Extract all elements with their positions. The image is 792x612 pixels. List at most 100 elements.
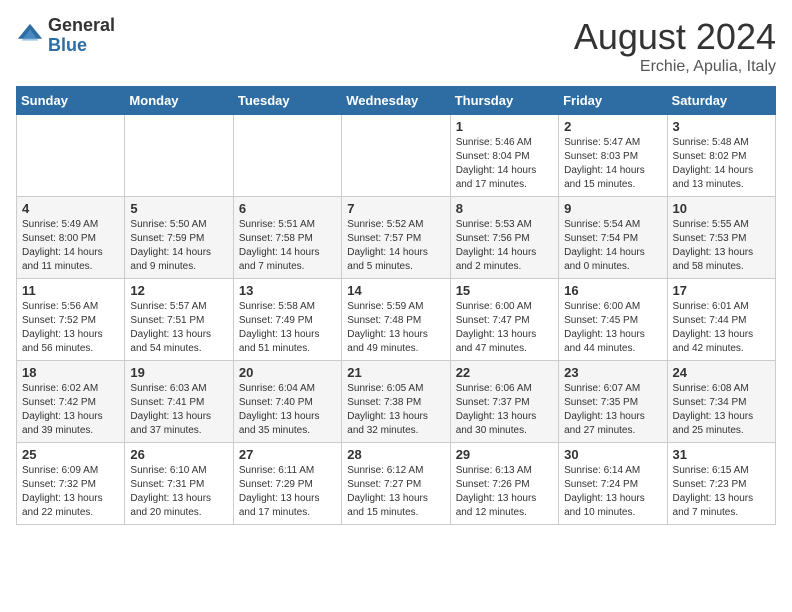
page-header: General Blue August 2024 Erchie, Apulia,… — [16, 16, 776, 76]
month-year-title: August 2024 — [574, 16, 776, 58]
day-number: 6 — [239, 201, 336, 216]
day-info: Sunrise: 6:05 AM Sunset: 7:38 PM Dayligh… — [347, 382, 444, 438]
logo-icon — [16, 22, 44, 50]
calendar-cell: 12Sunrise: 5:57 AM Sunset: 7:51 PM Dayli… — [125, 279, 233, 361]
day-number: 8 — [456, 201, 553, 216]
day-info: Sunrise: 5:57 AM Sunset: 7:51 PM Dayligh… — [130, 300, 227, 356]
calendar-cell: 25 Sunrise: 6:09 AM Sunset: 7:32 PM Dayli… — [17, 443, 125, 525]
day-info: Sunrise: 6:13 AM Sunset: 7:26 PM Dayligh… — [456, 464, 553, 520]
logo-text: General Blue — [48, 16, 115, 56]
day-number: 18 — [22, 365, 119, 380]
day-info: Sunrise: 6:06 AM Sunset: 7:37 PM Dayligh… — [456, 382, 553, 438]
calendar-cell: 28 Sunrise: 6:12 AM Sunset: 7:27 PM Dayli… — [342, 443, 450, 525]
day-number: 19 — [130, 365, 227, 380]
day-number: 10 — [673, 201, 770, 216]
day-number: 20 — [239, 365, 336, 380]
calendar-cell: 20 Sunrise: 6:04 AM Sunset: 7:40 PM Dayli… — [233, 361, 341, 443]
calendar-cell: 2 Sunrise: 5:47 AM Sunset: 8:03 PM Daylig… — [559, 115, 667, 197]
weekday-header-tuesday: Tuesday — [233, 87, 341, 115]
day-number: 2 — [564, 119, 661, 134]
calendar-cell: 23 Sunrise: 6:07 AM Sunset: 7:35 PM Dayli… — [559, 361, 667, 443]
calendar-cell: 9 Sunrise: 5:54 AM Sunset: 7:54 PM Daylig… — [559, 197, 667, 279]
day-info: Sunrise: 6:07 AM Sunset: 7:35 PM Dayligh… — [564, 382, 661, 438]
day-info: Sunrise: 6:10 AM Sunset: 7:31 PM Dayligh… — [130, 464, 227, 520]
calendar-week-1: 1 Sunrise: 5:46 AM Sunset: 8:04 PM Daylig… — [17, 115, 776, 197]
weekday-header-monday: Monday — [125, 87, 233, 115]
calendar-cell: 6 Sunrise: 5:51 AM Sunset: 7:58 PM Daylig… — [233, 197, 341, 279]
calendar-cell: 17 Sunrise: 6:01 AM Sunset: 7:44 PM Dayli… — [667, 279, 775, 361]
day-number: 3 — [673, 119, 770, 134]
day-number: 14 — [347, 283, 444, 298]
day-info: Sunrise: 5:55 AM Sunset: 7:53 PM Dayligh… — [673, 218, 770, 274]
calendar-cell: 21 Sunrise: 6:05 AM Sunset: 7:38 PM Dayli… — [342, 361, 450, 443]
day-number: 24 — [673, 365, 770, 380]
calendar-cell: 4 Sunrise: 5:49 AM Sunset: 8:00 PM Daylig… — [17, 197, 125, 279]
calendar-table: SundayMondayTuesdayWednesdayThursdayFrid… — [16, 86, 776, 525]
day-info: Sunrise: 5:50 AM Sunset: 7:59 PM Dayligh… — [130, 218, 227, 274]
day-number: 17 — [673, 283, 770, 298]
day-info: Sunrise: 5:54 AM Sunset: 7:54 PM Dayligh… — [564, 218, 661, 274]
calendar-cell: 15Sunrise: 6:00 AM Sunset: 7:47 PM Dayli… — [450, 279, 558, 361]
calendar-cell: 13Sunrise: 5:58 AM Sunset: 7:49 PM Dayli… — [233, 279, 341, 361]
day-info: Sunrise: 6:03 AM Sunset: 7:41 PM Dayligh… — [130, 382, 227, 438]
day-info: Sunrise: 5:46 AM Sunset: 8:04 PM Dayligh… — [456, 136, 553, 192]
day-number: 27 — [239, 447, 336, 462]
day-number: 9 — [564, 201, 661, 216]
day-info: Sunrise: 6:14 AM Sunset: 7:24 PM Dayligh… — [564, 464, 661, 520]
calendar-cell — [342, 115, 450, 197]
day-number: 22 — [456, 365, 553, 380]
calendar-cell: 5 Sunrise: 5:50 AM Sunset: 7:59 PM Daylig… — [125, 197, 233, 279]
day-number: 21 — [347, 365, 444, 380]
day-info: Sunrise: 5:49 AM Sunset: 8:00 PM Dayligh… — [22, 218, 119, 274]
day-number: 1 — [456, 119, 553, 134]
calendar-cell: 18 Sunrise: 6:02 AM Sunset: 7:42 PM Dayli… — [17, 361, 125, 443]
calendar-cell: 27Sunrise: 6:11 AM Sunset: 7:29 PM Dayli… — [233, 443, 341, 525]
day-number: 25 — [22, 447, 119, 462]
calendar-cell: 14Sunrise: 5:59 AM Sunset: 7:48 PM Dayli… — [342, 279, 450, 361]
calendar-week-4: 18 Sunrise: 6:02 AM Sunset: 7:42 PM Dayli… — [17, 361, 776, 443]
calendar-cell: 8 Sunrise: 5:53 AM Sunset: 7:56 PM Daylig… — [450, 197, 558, 279]
day-info: Sunrise: 6:02 AM Sunset: 7:42 PM Dayligh… — [22, 382, 119, 438]
weekday-header-friday: Friday — [559, 87, 667, 115]
calendar-cell — [17, 115, 125, 197]
day-info: Sunrise: 5:52 AM Sunset: 7:57 PM Dayligh… — [347, 218, 444, 274]
day-number: 4 — [22, 201, 119, 216]
day-info: Sunrise: 6:08 AM Sunset: 7:34 PM Dayligh… — [673, 382, 770, 438]
weekday-header-row: SundayMondayTuesdayWednesdayThursdayFrid… — [17, 87, 776, 115]
calendar-cell: 22 Sunrise: 6:06 AM Sunset: 7:37 PM Dayli… — [450, 361, 558, 443]
calendar-cell: 1 Sunrise: 5:46 AM Sunset: 8:04 PM Daylig… — [450, 115, 558, 197]
day-number: 16 — [564, 283, 661, 298]
day-info: Sunrise: 5:53 AM Sunset: 7:56 PM Dayligh… — [456, 218, 553, 274]
calendar-cell — [233, 115, 341, 197]
day-info: Sunrise: 6:04 AM Sunset: 7:40 PM Dayligh… — [239, 382, 336, 438]
day-info: Sunrise: 5:47 AM Sunset: 8:03 PM Dayligh… — [564, 136, 661, 192]
day-info: Sunrise: 6:12 AM Sunset: 7:27 PM Dayligh… — [347, 464, 444, 520]
day-info: Sunrise: 6:09 AM Sunset: 7:32 PM Dayligh… — [22, 464, 119, 520]
day-info: Sunrise: 5:48 AM Sunset: 8:02 PM Dayligh… — [673, 136, 770, 192]
day-info: Sunrise: 6:01 AM Sunset: 7:44 PM Dayligh… — [673, 300, 770, 356]
location-subtitle: Erchie, Apulia, Italy — [574, 58, 776, 76]
day-number: 15 — [456, 283, 553, 298]
weekday-header-saturday: Saturday — [667, 87, 775, 115]
title-block: August 2024 Erchie, Apulia, Italy — [574, 16, 776, 76]
weekday-header-sunday: Sunday — [17, 87, 125, 115]
day-number: 23 — [564, 365, 661, 380]
calendar-week-2: 4 Sunrise: 5:49 AM Sunset: 8:00 PM Daylig… — [17, 197, 776, 279]
calendar-cell: 3 Sunrise: 5:48 AM Sunset: 8:02 PM Daylig… — [667, 115, 775, 197]
calendar-cell: 19 Sunrise: 6:03 AM Sunset: 7:41 PM Dayli… — [125, 361, 233, 443]
day-info: Sunrise: 5:51 AM Sunset: 7:58 PM Dayligh… — [239, 218, 336, 274]
day-info: Sunrise: 6:00 AM Sunset: 7:45 PM Dayligh… — [564, 300, 661, 356]
calendar-cell: 7Sunrise: 5:52 AM Sunset: 7:57 PM Daylig… — [342, 197, 450, 279]
day-info: Sunrise: 5:56 AM Sunset: 7:52 PM Dayligh… — [22, 300, 119, 356]
calendar-cell: 16 Sunrise: 6:00 AM Sunset: 7:45 PM Dayli… — [559, 279, 667, 361]
day-number: 13 — [239, 283, 336, 298]
day-number: 31 — [673, 447, 770, 462]
calendar-cell: 26Sunrise: 6:10 AM Sunset: 7:31 PM Dayli… — [125, 443, 233, 525]
day-number: 28 — [347, 447, 444, 462]
day-number: 5 — [130, 201, 227, 216]
calendar-cell — [125, 115, 233, 197]
day-info: Sunrise: 6:15 AM Sunset: 7:23 PM Dayligh… — [673, 464, 770, 520]
logo-blue: Blue — [48, 36, 115, 56]
calendar-week-5: 25 Sunrise: 6:09 AM Sunset: 7:32 PM Dayli… — [17, 443, 776, 525]
weekday-header-thursday: Thursday — [450, 87, 558, 115]
